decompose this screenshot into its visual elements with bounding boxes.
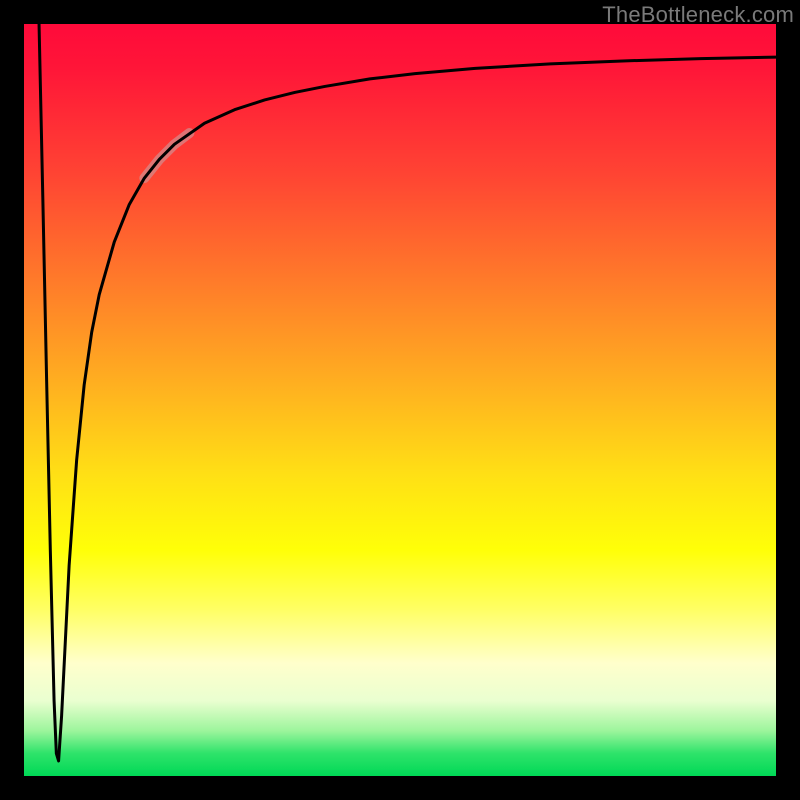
- series-bottleneck-curve: [39, 24, 776, 761]
- chart-frame: TheBottleneck.com: [0, 0, 800, 800]
- curve-layer: [24, 24, 776, 776]
- plot-area: [24, 24, 776, 776]
- watermark-text: TheBottleneck.com: [602, 2, 794, 28]
